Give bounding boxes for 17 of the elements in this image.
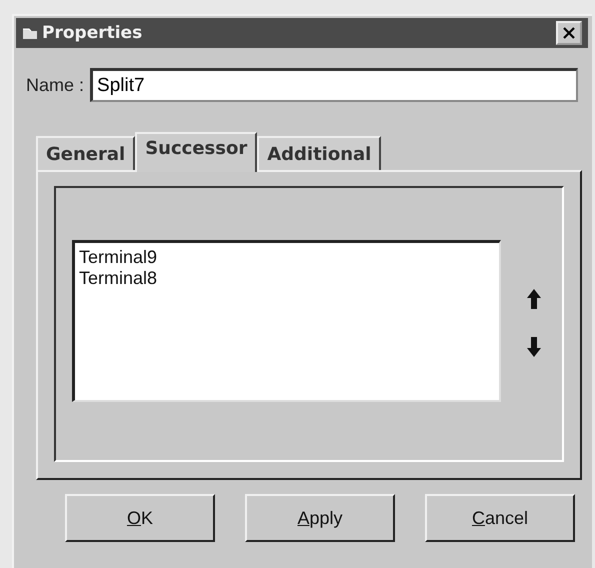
tab[interactable]: Additional — [257, 136, 382, 170]
list-item[interactable]: Terminal8 — [79, 268, 158, 289]
dialog-button[interactable]: Cancel — [425, 494, 575, 542]
tab[interactable]: Successor — [135, 132, 258, 172]
name-field[interactable]: Split7 — [90, 68, 578, 102]
name-label: Name : — [26, 74, 84, 96]
list-item[interactable]: Terminal9 — [79, 247, 158, 268]
down-arrow-icon[interactable] — [526, 336, 542, 358]
dialog-button[interactable]: OK — [65, 494, 215, 542]
close-button[interactable] — [556, 21, 582, 45]
successor-list[interactable]: Terminal9 Terminal8 — [72, 240, 501, 402]
window-title: Properties — [42, 23, 142, 43]
tab[interactable]: General — [36, 136, 136, 170]
window-icon — [22, 26, 38, 40]
close-icon — [562, 27, 576, 39]
dialog-button[interactable]: Apply — [245, 494, 395, 542]
up-arrow-icon[interactable] — [526, 288, 542, 310]
